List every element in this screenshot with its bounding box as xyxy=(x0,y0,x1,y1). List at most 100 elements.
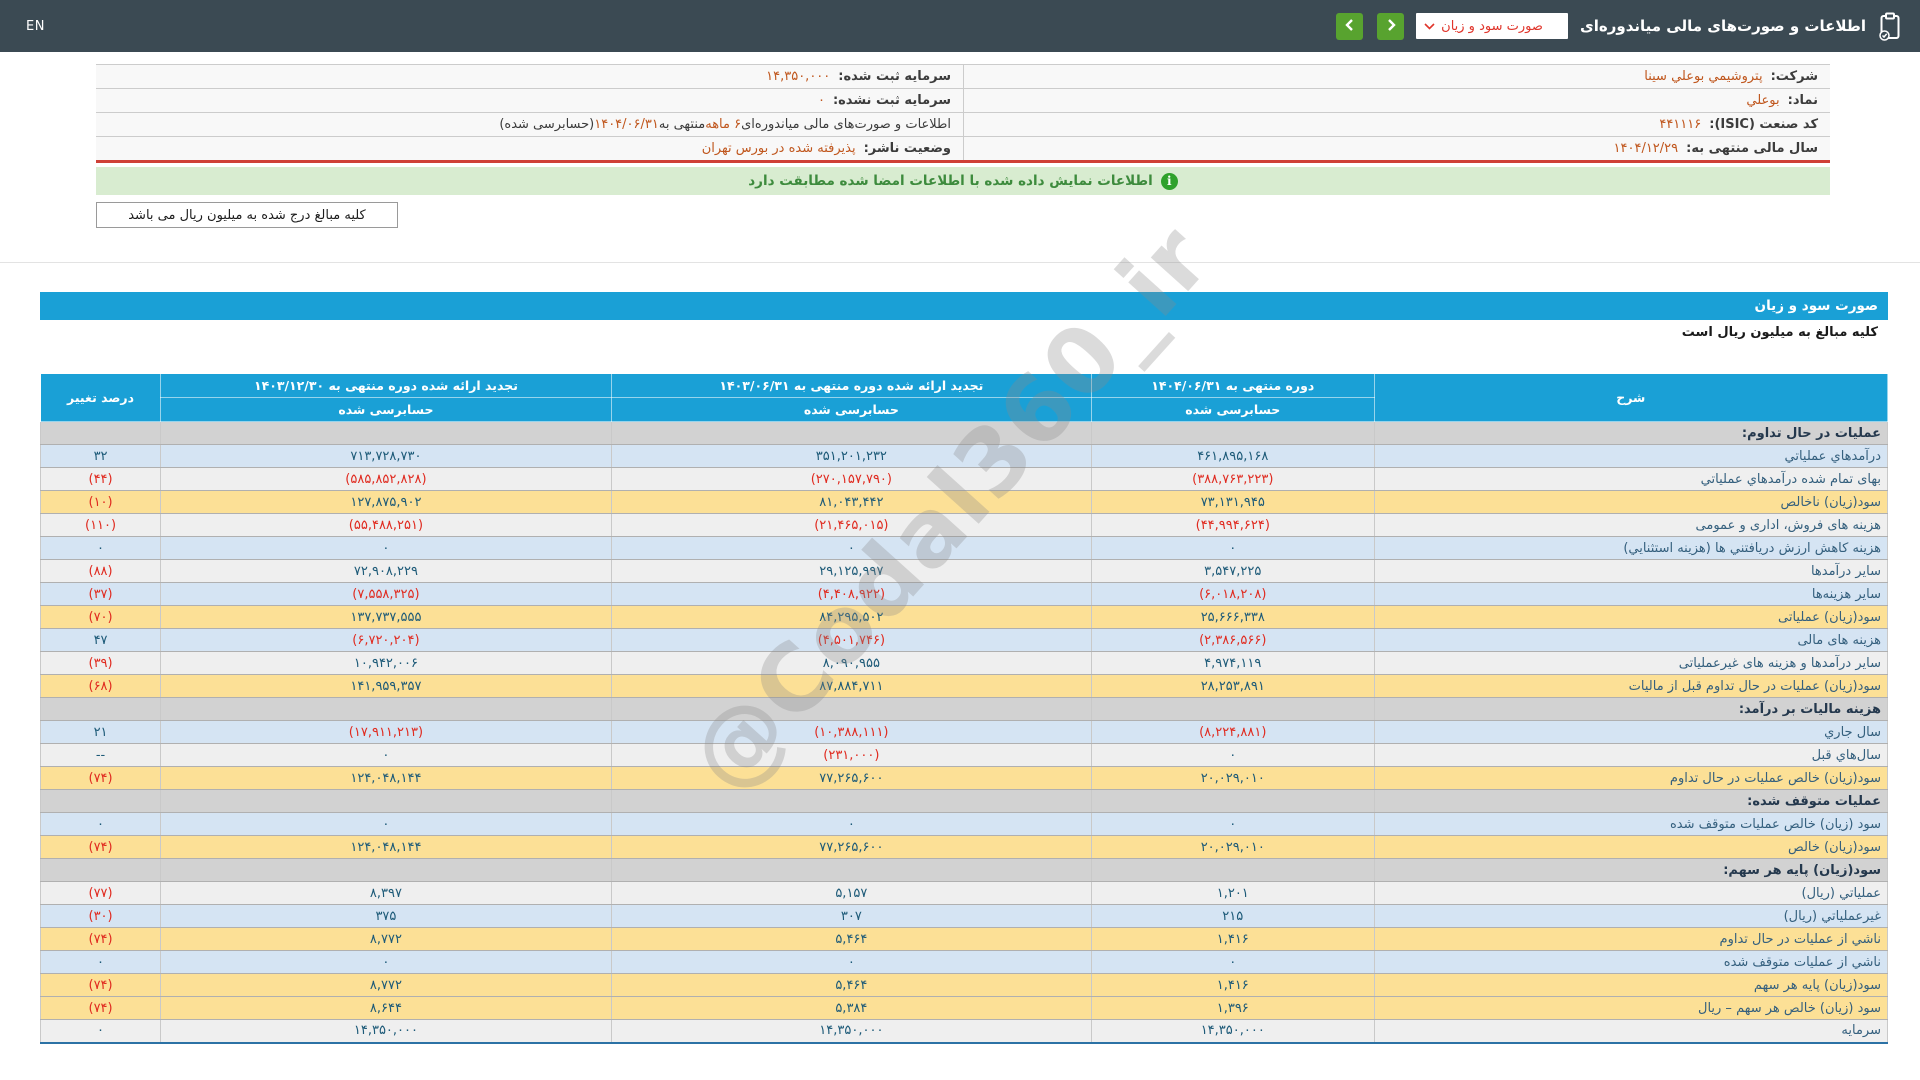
value-cell-prior6: ۵,۴۶۴ xyxy=(611,928,1091,951)
row-label-cell: ناشي از عملیات در حال تداوم xyxy=(1374,928,1887,951)
value-cell-prior6: ۸۴,۲۹۵,۵۰۲ xyxy=(611,606,1091,629)
info-label: سرمایه ثبت شده: xyxy=(838,69,951,84)
info-icon: i xyxy=(1161,173,1178,190)
value-cell-prior6: ۵,۴۶۴ xyxy=(611,974,1091,997)
section-divider xyxy=(0,262,1920,263)
previous-statement-button[interactable] xyxy=(1336,13,1363,40)
table-row: سایر درآمدها و هزینه های غیرعملیاتی۴,۹۷۴… xyxy=(41,652,1888,675)
value-cell-prior12: ۱۳۷,۷۳۷,۵۵۵ xyxy=(161,606,612,629)
info-label: شرکت: xyxy=(1771,69,1818,84)
pct-change-cell: (۷۴) xyxy=(41,836,161,859)
info-value: پذیرفته شده در بورس تهران xyxy=(702,141,856,156)
table-row: سود (زیان) خالص هر سهم – ریال۱,۳۹۶۵,۳۸۴۸… xyxy=(41,997,1888,1020)
header-pct-change: درصد تغییر xyxy=(41,374,161,422)
value-cell-current: (۸,۲۲۴,۸۸۱) xyxy=(1091,721,1374,744)
value-cell-prior6: ۷۷,۲۶۵,۶۰۰ xyxy=(611,767,1091,790)
pct-change-cell: ۲۱ xyxy=(41,721,161,744)
value-cell-prior6: ۰ xyxy=(611,813,1091,836)
pct-change-cell: ۰ xyxy=(41,951,161,974)
value-cell-prior12: ۸,۷۷۲ xyxy=(161,928,612,951)
row-label-cell: عملیات متوقف شده: xyxy=(1374,790,1887,813)
row-label-cell: هزینه های فروش، اداری و عمومی xyxy=(1374,514,1887,537)
value-cell-prior6: ۸,۰۹۰,۹۵۵ xyxy=(611,652,1091,675)
header-audited-2: حسابرسی شده xyxy=(611,398,1091,422)
row-label-cell: سود(زیان) پایه هر سهم xyxy=(1374,974,1887,997)
table-row: غیرعملیاتي (ریال)۲۱۵۳۰۷۳۷۵(۳۰) xyxy=(41,905,1888,928)
next-statement-button[interactable] xyxy=(1377,13,1404,40)
info-label: کد صنعت (ISIC): xyxy=(1709,117,1818,132)
value-cell-prior12: ۰ xyxy=(161,813,612,836)
table-row: سود(زیان) ناخالص۷۳,۱۳۱,۹۴۵۸۱,۰۴۳,۴۴۲۱۲۷,… xyxy=(41,491,1888,514)
pct-change-cell: ۴۷ xyxy=(41,629,161,652)
value-cell-current: ۱,۴۱۶ xyxy=(1091,928,1374,951)
chevron-left-icon xyxy=(1345,17,1355,36)
company-info-table: شرکت:پتروشیمي بوعلي سیناسرمایه ثبت شده:۱… xyxy=(96,64,1830,163)
header-prior12-period: تجدید ارائه شده دوره منتهی به ۱۴۰۳/۱۲/۳۰ xyxy=(161,374,612,398)
income-statement-section: صورت سود و زیان کلیه مبالغ به میلیون ریا… xyxy=(40,292,1888,1044)
unit-note-box: کلیه مبالغ درج شده به میلیون ریال می باش… xyxy=(96,202,398,228)
header-desc: شرح xyxy=(1374,374,1887,422)
table-row: سایر درآمدها۳,۵۴۷,۲۲۵۲۹,۱۲۵,۹۹۷۷۲,۹۰۸,۲۲… xyxy=(41,560,1888,583)
table-row: سال جاري(۸,۲۲۴,۸۸۱)(۱۰,۳۸۸,۱۱۱)(۱۷,۹۱۱,۲… xyxy=(41,721,1888,744)
report-type-dropdown[interactable]: صورت سود و زیان xyxy=(1416,13,1568,39)
value-cell-current xyxy=(1091,422,1374,445)
pct-change-cell: (۷۴) xyxy=(41,767,161,790)
info-cell-right-3: سال مالی منتهی به:۱۴۰۴/۱۲/۲۹ xyxy=(963,136,1830,160)
value-cell-prior12: ۷۲,۹۰۸,۲۲۹ xyxy=(161,560,612,583)
info-segment: ۶ ماهه xyxy=(705,117,741,132)
value-cell-prior6: ۰ xyxy=(611,537,1091,560)
row-label-cell: سود (زیان) خالص عملیات متوقف شده xyxy=(1374,813,1887,836)
pct-change-cell: (۷۴) xyxy=(41,928,161,951)
info-segment: (حسابرسی شده) xyxy=(499,117,594,132)
row-label-cell: سود (زیان) خالص هر سهم – ریال xyxy=(1374,997,1887,1020)
value-cell-prior6: ۱۴,۳۵۰,۰۰۰ xyxy=(611,1020,1091,1043)
info-value: پتروشیمي بوعلي سینا xyxy=(1644,69,1762,84)
row-label-cell: سایر درآمدها و هزینه های غیرعملیاتی xyxy=(1374,652,1887,675)
pct-change-cell: -- xyxy=(41,744,161,767)
value-cell-prior6: ۰ xyxy=(611,951,1091,974)
row-label-cell: سایر درآمدها xyxy=(1374,560,1887,583)
row-label-cell: سال جاري xyxy=(1374,721,1887,744)
section-row: سود(زیان) پایه هر سهم: xyxy=(41,859,1888,882)
header-audited-3: حسابرسی شده xyxy=(161,398,612,422)
info-label: سرمایه ثبت نشده: xyxy=(833,93,951,108)
row-label-cell: عملیات در حال تداوم: xyxy=(1374,422,1887,445)
value-cell-prior12: (۱۷,۹۱۱,۲۱۳) xyxy=(161,721,612,744)
pct-change-cell xyxy=(41,790,161,813)
value-cell-prior6: (۴,۴۰۸,۹۲۲) xyxy=(611,583,1091,606)
pct-change-cell: (۷۴) xyxy=(41,974,161,997)
row-label-cell: سود(زیان) پایه هر سهم: xyxy=(1374,859,1887,882)
value-cell-prior12: (۷,۵۵۸,۳۲۵) xyxy=(161,583,612,606)
clipboard-report-icon xyxy=(1878,12,1902,41)
pct-change-cell: (۴۴) xyxy=(41,468,161,491)
value-cell-prior12: ۸,۳۹۷ xyxy=(161,882,612,905)
value-cell-prior6: ۳۰۷ xyxy=(611,905,1091,928)
value-cell-current: (۳۸۸,۷۶۳,۲۲۳) xyxy=(1091,468,1374,491)
row-label-cell: سود(زیان) خالص xyxy=(1374,836,1887,859)
value-cell-current: (۴۴,۹۹۴,۶۲۴) xyxy=(1091,514,1374,537)
value-cell-prior6: ۸۱,۰۴۳,۴۴۲ xyxy=(611,491,1091,514)
table-row: بهای تمام شده درآمدهاي عملیاتي(۳۸۸,۷۶۳,۲… xyxy=(41,468,1888,491)
value-cell-prior12 xyxy=(161,422,612,445)
income-statement-table: شرح دوره منتهی به ۱۴۰۴/۰۶/۳۱ تجدید ارائه… xyxy=(40,373,1888,1044)
value-cell-prior6: ۸۷,۸۸۴,۷۱۱ xyxy=(611,675,1091,698)
value-cell-prior6 xyxy=(611,698,1091,721)
pct-change-cell xyxy=(41,422,161,445)
pct-change-cell: (۱۱۰) xyxy=(41,514,161,537)
info-segment: اطلاعات و صورت‌های مالی میاندوره‌ای xyxy=(741,117,951,132)
pct-change-cell: (۳۷) xyxy=(41,583,161,606)
table-row: ناشي از عملیات متوقف شده۰۰۰۰ xyxy=(41,951,1888,974)
value-cell-current xyxy=(1091,859,1374,882)
english-language-link[interactable]: EN xyxy=(26,19,45,34)
section-row: عملیات در حال تداوم: xyxy=(41,422,1888,445)
table-row: سال‌هاي قبل۰(۲۳۱,۰۰۰)۰-- xyxy=(41,744,1888,767)
info-label: سال مالی منتهی به: xyxy=(1686,141,1818,156)
pct-change-cell xyxy=(41,859,161,882)
value-cell-prior12: ۱۲۴,۰۴۸,۱۴۴ xyxy=(161,836,612,859)
value-cell-current: ۷۳,۱۳۱,۹۴۵ xyxy=(1091,491,1374,514)
table-row: سود (زیان) خالص عملیات متوقف شده۰۰۰۰ xyxy=(41,813,1888,836)
value-cell-prior6: (۱۰,۳۸۸,۱۱۱) xyxy=(611,721,1091,744)
pct-change-cell xyxy=(41,698,161,721)
codal-interim-statement-page: { "topbar": { "en": "EN", "title": "اطلا… xyxy=(0,0,1920,1080)
value-cell-current xyxy=(1091,698,1374,721)
